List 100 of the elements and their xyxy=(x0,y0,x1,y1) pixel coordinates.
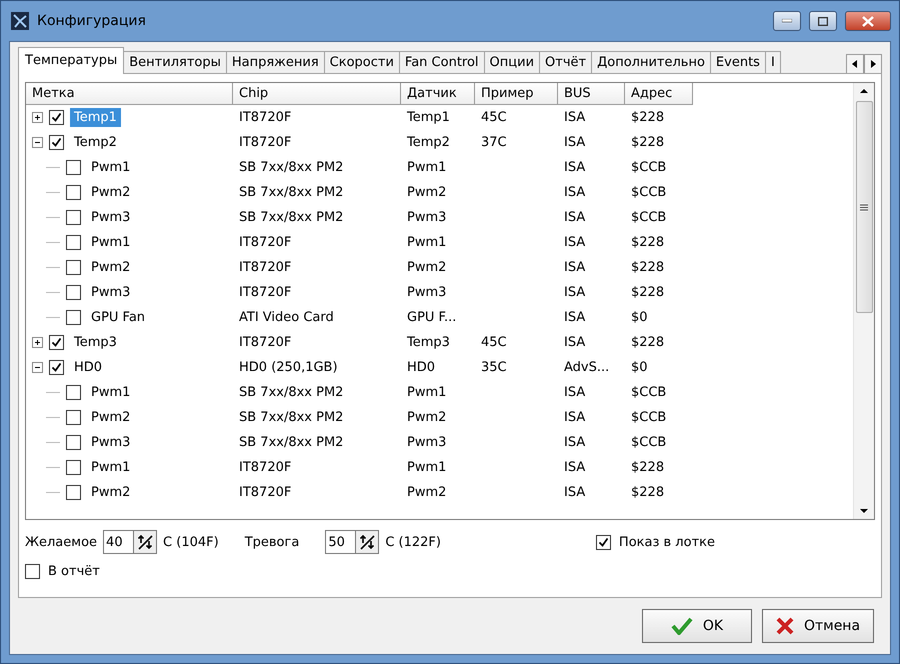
expand-icon[interactable] xyxy=(32,337,43,348)
tab-scroll-right-button[interactable] xyxy=(864,54,882,74)
scrollbar[interactable] xyxy=(853,83,874,519)
column-header[interactable]: Адрес xyxy=(625,83,693,105)
table-cell-text: IT8720F xyxy=(238,110,292,125)
table-cell-text: IT8720F xyxy=(238,285,292,300)
table-cell-text: $CCB xyxy=(630,410,668,425)
close-button[interactable] xyxy=(845,11,891,31)
expand-icon[interactable] xyxy=(32,112,43,123)
table-cell-text: $0 xyxy=(630,310,649,325)
column-header[interactable]: Датчик xyxy=(401,83,475,105)
table-cell-text: ISA xyxy=(563,185,586,200)
spin-button[interactable] xyxy=(133,530,158,554)
checkbox[interactable] xyxy=(49,135,64,150)
column-header[interactable]: Chip xyxy=(233,83,401,105)
cancel-button[interactable]: Отмена xyxy=(762,609,874,643)
table-cell-text: ATI Video Card xyxy=(238,310,335,325)
tree-item-label[interactable]: Pwm1 xyxy=(87,383,134,402)
table-cell-text: $228 xyxy=(630,110,666,125)
table-cell-text: $228 xyxy=(630,135,666,150)
tree-item-label[interactable]: Temp2 xyxy=(70,133,121,152)
table-cell-text: SB 7xx/8xx PM2 xyxy=(238,210,344,225)
column-header[interactable]: BUS xyxy=(558,83,625,105)
table-cell-text: $CCB xyxy=(630,435,668,450)
table-cell-text: IT8720F xyxy=(238,335,292,350)
checkbox[interactable] xyxy=(49,110,64,125)
table-cell-text: IT8720F xyxy=(238,135,292,150)
checkbox[interactable] xyxy=(66,435,81,450)
tab-scroll-left-button[interactable] xyxy=(846,54,864,74)
collapse-icon[interactable] xyxy=(32,137,43,148)
table-cell-text: SB 7xx/8xx PM2 xyxy=(238,160,344,175)
tree-item-label[interactable]: Pwm3 xyxy=(87,433,134,452)
tab[interactable]: I xyxy=(764,51,781,74)
tree-item-label[interactable]: Pwm3 xyxy=(87,283,134,302)
checkbox[interactable] xyxy=(596,534,611,550)
table-cell-text: ISA xyxy=(563,410,586,425)
table-cell-text: ISA xyxy=(563,285,586,300)
checkbox[interactable] xyxy=(66,385,81,400)
column-header[interactable]: Метка xyxy=(26,83,233,105)
table-cell-text: AdvS... xyxy=(563,360,610,375)
table-cell-text: ISA xyxy=(563,435,586,450)
tab[interactable]: Температуры xyxy=(18,47,124,74)
tree-item-label[interactable]: Pwm2 xyxy=(87,408,134,427)
table-cell-text: $228 xyxy=(630,285,666,300)
table-cell-text: IT8720F xyxy=(238,460,292,475)
table-cell-text: ISA xyxy=(563,235,586,250)
checkbox[interactable] xyxy=(49,335,64,350)
table-cell-text: $228 xyxy=(630,460,666,475)
table-cell-text: Pwm2 xyxy=(406,410,448,425)
tree-item-label[interactable]: HD0 xyxy=(70,358,106,377)
checkbox[interactable] xyxy=(25,564,40,579)
table-cell-text: ISA xyxy=(563,110,586,125)
table-cell-text: Pwm3 xyxy=(406,210,448,225)
tree-item-label[interactable]: GPU Fan xyxy=(87,308,150,327)
table-cell-text: ISA xyxy=(563,460,586,475)
alarm-label: Тревога xyxy=(244,534,300,550)
maximize-button[interactable] xyxy=(809,11,837,31)
tree-item-label[interactable]: Pwm3 xyxy=(87,208,134,227)
table-cell-text: ISA xyxy=(563,210,586,225)
table-cell-text: $CCB xyxy=(630,385,668,400)
checkbox[interactable] xyxy=(66,185,81,200)
checkbox[interactable] xyxy=(49,360,64,375)
spin-button[interactable] xyxy=(355,530,380,554)
table-cell-text: ISA xyxy=(563,135,586,150)
checkbox[interactable] xyxy=(66,160,81,175)
spin-arrows-icon xyxy=(359,534,376,550)
column-header[interactable]: Пример xyxy=(475,83,558,105)
table-cell-text: Pwm2 xyxy=(406,485,448,500)
table-cell-text: $CCB xyxy=(630,160,668,175)
desired-unit: C (104F) xyxy=(163,534,219,550)
collapse-icon[interactable] xyxy=(32,362,43,373)
table-cell-text: Temp3 xyxy=(406,335,451,350)
tree-item-label[interactable]: Pwm1 xyxy=(87,233,134,252)
tray-label: Показ в лотке xyxy=(618,534,715,550)
tree-item-label[interactable]: Pwm2 xyxy=(87,258,134,277)
table-cell-text: $228 xyxy=(630,485,666,500)
checkbox[interactable] xyxy=(66,310,81,325)
table-cell-text: Pwm2 xyxy=(406,185,448,200)
checkbox[interactable] xyxy=(66,210,81,225)
maximize-icon xyxy=(818,16,828,26)
ok-button[interactable]: OK xyxy=(642,609,752,643)
right-arrow-icon xyxy=(870,60,876,68)
checkbox[interactable] xyxy=(66,285,81,300)
tree-item-label[interactable]: Pwm1 xyxy=(87,458,134,477)
table-cell-text: Temp1 xyxy=(406,110,451,125)
minimize-button[interactable] xyxy=(773,11,801,31)
tree-item-label[interactable]: Pwm1 xyxy=(87,158,134,177)
table-cell-text: 45C xyxy=(480,335,508,350)
desired-value-field[interactable]: 40 xyxy=(103,530,134,554)
tree-item-label[interactable]: Pwm2 xyxy=(87,183,134,202)
checkbox[interactable] xyxy=(66,410,81,425)
checkbox[interactable] xyxy=(66,485,81,500)
table-cell-text: ISA xyxy=(563,260,586,275)
checkbox[interactable] xyxy=(66,460,81,475)
table-cell-text: Temp2 xyxy=(406,135,451,150)
alarm-value-field[interactable]: 50 xyxy=(325,530,356,554)
tree-item-label[interactable]: Pwm2 xyxy=(87,483,134,502)
checkbox[interactable] xyxy=(66,260,81,275)
tree-item-label[interactable]: Temp3 xyxy=(70,333,121,352)
checkbox[interactable] xyxy=(66,235,81,250)
